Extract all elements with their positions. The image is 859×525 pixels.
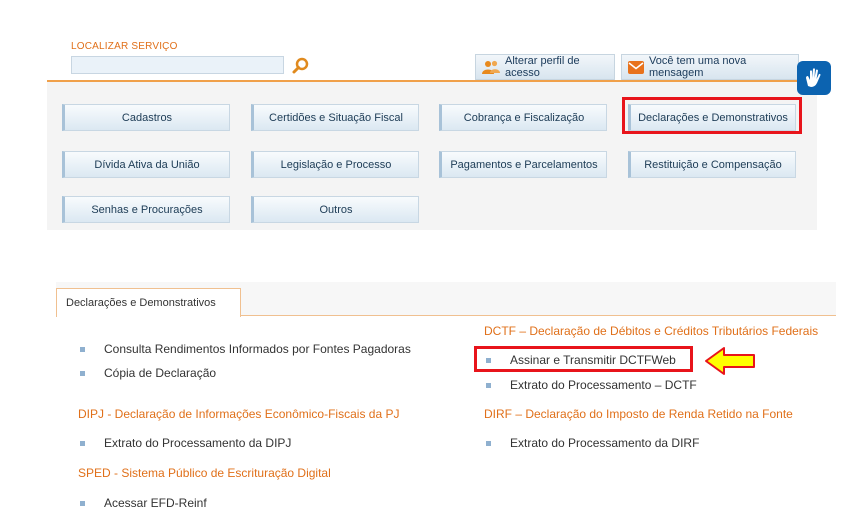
search-label: LOCALIZAR SERVIÇO <box>71 41 178 52</box>
category-outros-button[interactable]: Outros <box>251 196 419 223</box>
section-title-dctf: DCTF – Declaração de Débitos e Créditos … <box>484 324 819 338</box>
bullet-icon <box>80 370 85 376</box>
new-message-button[interactable]: Você tem uma nova mensagem <box>621 54 799 80</box>
search-icon[interactable] <box>291 56 311 76</box>
users-icon <box>482 60 500 74</box>
tab-strip: Declarações e Demonstrativos <box>56 282 836 317</box>
change-profile-button[interactable]: Alterar perfil de acesso <box>475 54 615 80</box>
list-item-extrato-dipj[interactable]: Extrato do Processamento da DIPJ <box>80 436 291 450</box>
arrow-left-icon <box>704 346 756 381</box>
link-text: Cópia de Declaração <box>104 366 217 380</box>
bullet-icon <box>80 440 85 446</box>
section-title-sped: SPED - Sistema Público de Escrituração D… <box>78 466 331 480</box>
new-message-label: Você tem uma nova mensagem <box>649 55 747 79</box>
link-text: Extrato do Processamento da DIRF <box>510 436 700 450</box>
envelope-icon <box>628 60 644 74</box>
link-text: Extrato do Processamento da DIPJ <box>104 436 292 450</box>
link-text: Extrato do Processamento – DCTF <box>510 378 697 392</box>
list-item-efd-reinf[interactable]: Acessar EFD-Reinf <box>80 496 207 510</box>
change-profile-label: Alterar perfil de acesso <box>505 55 580 79</box>
category-legislacao-button[interactable]: Legislação e Processo <box>251 151 419 178</box>
section-title-dipj: DIPJ - Declaração de Informações Econômi… <box>78 407 400 421</box>
highlight-assinar-dctfweb <box>474 346 693 372</box>
link-text: Consulta Rendimentos Informados por Font… <box>104 342 411 356</box>
services-header: LOCALIZAR SERVIÇO Alterar perfil de aces… <box>47 29 817 82</box>
category-pagamentos-button[interactable]: Pagamentos e Parcelamentos <box>439 151 607 178</box>
category-divida-ativa-button[interactable]: Dívida Ativa da União <box>62 151 230 178</box>
sign-language-icon[interactable] <box>797 61 831 95</box>
category-senhas-button[interactable]: Senhas e Procurações <box>62 196 230 223</box>
list-item-extrato-dctf[interactable]: Extrato do Processamento – DCTF <box>486 378 697 392</box>
bullet-icon <box>80 346 85 352</box>
list-item-copia-declaracao[interactable]: Cópia de Declaração <box>80 366 216 380</box>
bullet-icon <box>80 500 85 506</box>
list-item-extrato-dirf[interactable]: Extrato do Processamento da DIRF <box>486 436 699 450</box>
category-cadastros-button[interactable]: Cadastros <box>62 104 230 131</box>
category-certidoes-button[interactable]: Certidões e Situação Fiscal <box>251 104 419 131</box>
link-text: Acessar EFD-Reinf <box>104 496 207 510</box>
search-input[interactable] <box>71 56 284 74</box>
section-title-dirf: DIRF – Declaração do Imposto de Renda Re… <box>484 407 793 421</box>
declaracoes-panel: Declarações e Demonstrativos <box>56 282 836 525</box>
list-item-consulta-rendimentos[interactable]: Consulta Rendimentos Informados por Font… <box>80 342 411 356</box>
category-cobranca-button[interactable]: Cobrança e Fiscalização <box>439 104 607 131</box>
bullet-icon <box>486 382 491 388</box>
tab-declaracoes[interactable]: Declarações e Demonstrativos <box>56 288 241 317</box>
highlight-declaracoes <box>622 97 802 134</box>
category-restituicao-button[interactable]: Restituição e Compensação <box>628 151 796 178</box>
bullet-icon <box>486 440 491 446</box>
